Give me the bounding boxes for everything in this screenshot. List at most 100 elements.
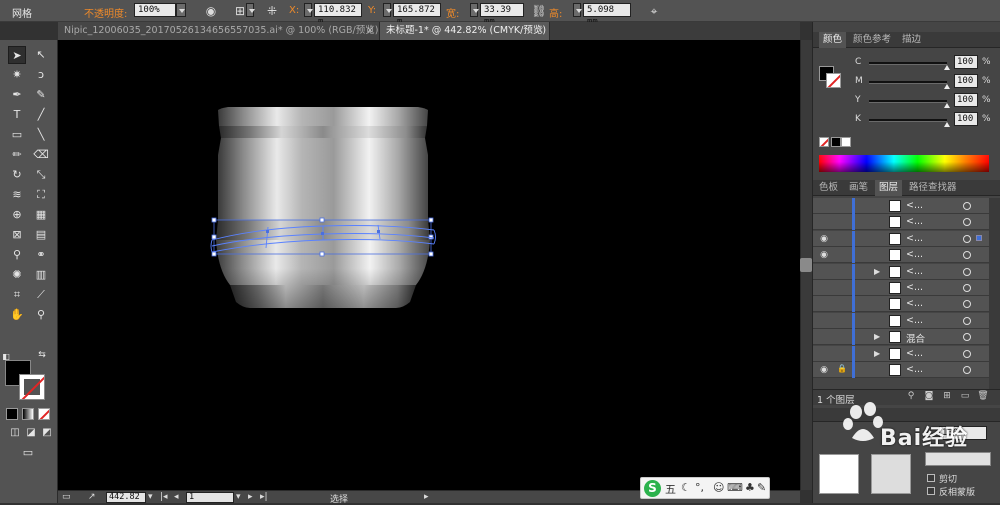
ime-toolbar[interactable]: S 五 ☾ °, ☺ ⌨ ♣ ✎: [640, 477, 770, 499]
transform-grid-icon[interactable]: ⁜: [264, 3, 280, 19]
visibility-toggle[interactable]: [818, 216, 830, 228]
scale-tool-icon[interactable]: ⤡: [32, 166, 50, 184]
target-icon[interactable]: [963, 218, 971, 227]
y-field[interactable]: 165.872 m: [393, 3, 441, 27]
lock-toggle[interactable]: [837, 298, 847, 310]
slider-knob[interactable]: [944, 122, 950, 127]
make-mask-button[interactable]: [925, 452, 991, 466]
color-spectrum[interactable]: [819, 155, 989, 172]
perspective-grid-tool-icon[interactable]: ▦: [32, 206, 50, 224]
export-icon[interactable]: ↗: [88, 492, 96, 502]
eyedropper-tool-icon[interactable]: ⚲: [8, 246, 26, 264]
layer-row[interactable]: <...: [813, 296, 989, 313]
artboard-dropdown-icon[interactable]: ▾: [236, 492, 241, 502]
link-proportions-icon[interactable]: ⛓: [531, 3, 547, 19]
tab-layers[interactable]: 图层: [875, 180, 903, 196]
yellow-value[interactable]: 100: [954, 93, 978, 107]
expand-arrow-icon[interactable]: ▶: [874, 332, 880, 341]
layer-row[interactable]: <...: [813, 280, 989, 296]
layer-row[interactable]: ◉ <...: [813, 230, 989, 247]
layer-name[interactable]: <...: [906, 266, 923, 277]
slider-magenta[interactable]: M 100 %: [813, 73, 1000, 91]
layer-row[interactable]: ▶ <...: [813, 345, 989, 362]
visibility-toggle[interactable]: [818, 315, 830, 327]
x-stepper[interactable]: [304, 3, 313, 17]
layer-row[interactable]: <...: [813, 214, 989, 231]
layer-name[interactable]: <...: [906, 200, 923, 211]
next-artboard-icon[interactable]: ▸: [248, 492, 253, 502]
target-icon[interactable]: [963, 202, 971, 210]
paintbrush-tool-icon[interactable]: ╲: [32, 126, 50, 144]
zoom-tool-icon[interactable]: ⚲: [32, 306, 50, 324]
transform-icon[interactable]: ⌖: [646, 3, 662, 19]
none-swatch[interactable]: [819, 137, 829, 147]
lock-toggle[interactable]: [837, 200, 847, 212]
target-icon[interactable]: [963, 234, 971, 243]
layer-name[interactable]: <...: [906, 216, 923, 227]
layer-name[interactable]: 混合: [906, 331, 925, 345]
line-tool-icon[interactable]: ╱: [32, 106, 50, 124]
slider-track[interactable]: [869, 62, 947, 65]
target-icon[interactable]: [963, 333, 971, 342]
reference-dropdown[interactable]: [246, 3, 255, 17]
recolor-icon[interactable]: ◉: [203, 3, 219, 19]
scrollbar-thumb[interactable]: [800, 258, 812, 272]
lock-toggle[interactable]: [837, 331, 847, 343]
visibility-toggle[interactable]: [818, 331, 830, 343]
last-artboard-icon[interactable]: ▸|: [260, 492, 268, 502]
artboard-field[interactable]: 1: [186, 492, 234, 503]
selection-indicator[interactable]: [976, 234, 982, 241]
opacity-label[interactable]: 不透明度:: [84, 5, 127, 20]
visibility-toggle[interactable]: [818, 266, 830, 278]
layer-row[interactable]: <...: [813, 312, 989, 329]
slider-cyan[interactable]: C 100 %: [813, 54, 1000, 72]
lock-toggle[interactable]: [837, 282, 847, 294]
default-colors-icon[interactable]: ◧: [0, 348, 12, 361]
visibility-toggle[interactable]: ◉: [818, 249, 830, 261]
gradient-tool-icon[interactable]: ▤: [32, 226, 50, 244]
expand-arrow-icon[interactable]: ▶: [874, 349, 880, 358]
black-value[interactable]: 100: [954, 112, 978, 126]
slider-track[interactable]: [869, 119, 947, 122]
slider-knob[interactable]: [944, 65, 950, 70]
target-icon[interactable]: [963, 349, 971, 358]
visibility-toggle[interactable]: ◉: [818, 233, 830, 245]
slider-track[interactable]: [869, 100, 947, 103]
lock-toggle[interactable]: [837, 266, 847, 278]
voice-icon[interactable]: ♣: [745, 481, 755, 494]
lock-toggle[interactable]: 🔒: [837, 364, 847, 376]
gradient-mode-icon[interactable]: [22, 408, 34, 420]
selection-tool-icon[interactable]: ➤: [8, 46, 26, 64]
layer-name[interactable]: <...: [906, 348, 923, 359]
visibility-toggle[interactable]: [818, 200, 830, 212]
visibility-toggle[interactable]: ◉: [818, 364, 830, 376]
cyan-value[interactable]: 100: [954, 55, 978, 69]
visibility-toggle[interactable]: [818, 282, 830, 294]
type-tool-icon[interactable]: T: [8, 106, 26, 124]
eraser-tool-icon[interactable]: ⌫: [32, 146, 50, 164]
target-icon[interactable]: [963, 267, 971, 276]
lock-toggle[interactable]: [837, 348, 847, 360]
tab-pathfinder[interactable]: 路径查找器: [905, 180, 961, 196]
target-icon[interactable]: [963, 251, 971, 260]
opacity-field[interactable]: 100%: [134, 3, 176, 17]
height-field[interactable]: 5.098 mm: [583, 3, 631, 27]
screen-mode-icon[interactable]: ▭: [17, 444, 39, 462]
ime-mode[interactable]: 五: [665, 481, 676, 497]
lock-toggle[interactable]: [837, 216, 847, 228]
tab-untitled-document[interactable]: 未标题-1* @ 442.82% (CMYK/预览) ×: [380, 22, 550, 40]
opacity-dropdown[interactable]: [176, 3, 186, 17]
slice-tool-icon[interactable]: ⟋: [32, 286, 50, 304]
tab-swatches[interactable]: 色板: [815, 180, 842, 196]
height-stepper[interactable]: [573, 3, 582, 17]
slider-knob[interactable]: [944, 84, 950, 89]
x-field[interactable]: 110.832 m: [314, 3, 362, 27]
none-mode-icon[interactable]: [38, 408, 50, 420]
artboard-tool-icon[interactable]: ⌗: [8, 286, 26, 304]
rectangle-tool-icon[interactable]: ▭: [8, 126, 26, 144]
status-menu-icon[interactable]: ▸: [424, 492, 429, 502]
tab-color-guide[interactable]: 颜色参考: [849, 32, 895, 48]
tab-nipic-document[interactable]: Nipic_12006035_20170526134656557035.ai* …: [58, 22, 380, 40]
tools-icon[interactable]: ✎: [757, 481, 766, 494]
magenta-value[interactable]: 100: [954, 74, 978, 88]
